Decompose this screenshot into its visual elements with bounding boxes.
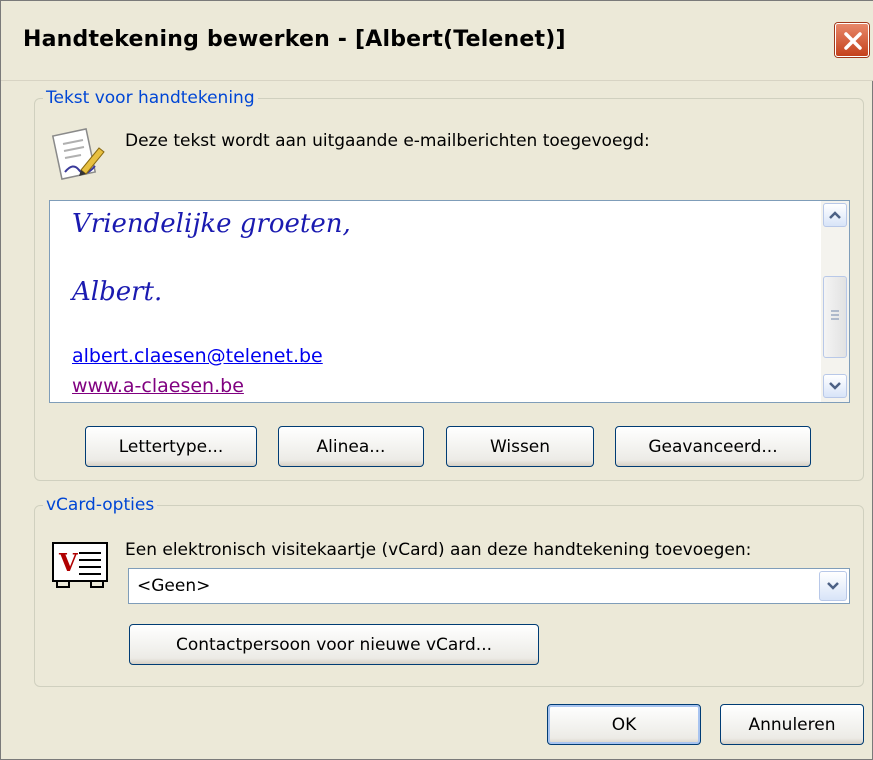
chevron-down-icon <box>829 382 841 390</box>
svg-text:V: V <box>58 548 78 577</box>
new-contact-vcard-button[interactable]: Contactpersoon voor nieuwe vCard... <box>129 624 539 665</box>
vcard-select-value: <Geen> <box>137 576 211 596</box>
signature-name: Albert. <box>72 277 163 307</box>
title-bar[interactable]: Handtekening bewerken - [Albert(Telenet)… <box>1 1 873 81</box>
signature-greeting: Vriendelijke groeten, <box>72 209 351 239</box>
signature-editor[interactable]: Vriendelijke groeten, Albert. albert.cla… <box>49 200 850 403</box>
signature-email-link[interactable]: albert.claesen@telenet.be <box>72 345 323 367</box>
signature-website-link[interactable]: www.a-claesen.be <box>72 375 244 397</box>
ok-button[interactable]: OK <box>547 704 701 745</box>
chevron-down-icon <box>827 582 839 590</box>
signature-scrollbar[interactable] <box>821 201 849 402</box>
font-button[interactable]: Lettertype... <box>85 426 257 467</box>
vcard-description: Een elektronisch visitekaartje (vCard) a… <box>125 540 752 560</box>
scroll-up-button[interactable] <box>823 203 847 227</box>
scroll-down-button[interactable] <box>823 374 847 398</box>
signature-edit-icon <box>51 128 105 180</box>
vcard-icon: V <box>52 542 108 588</box>
chevron-up-icon <box>829 211 841 219</box>
vcard-dropdown-button[interactable] <box>819 571 847 601</box>
vcard-select[interactable]: <Geen> <box>128 568 850 604</box>
window-title: Handtekening bewerken - [Albert(Telenet)… <box>23 27 566 52</box>
scroll-thumb[interactable] <box>823 276 847 358</box>
signature-description: Deze tekst wordt aan uitgaande e-mailber… <box>125 131 650 151</box>
signature-group-legend: Tekst voor handtekening <box>43 88 258 108</box>
paragraph-button[interactable]: Alinea... <box>278 426 424 467</box>
clear-button[interactable]: Wissen <box>446 426 594 467</box>
advanced-button[interactable]: Geavanceerd... <box>615 426 811 467</box>
close-button[interactable] <box>835 23 869 57</box>
close-icon <box>844 32 862 50</box>
vcard-group-legend: vCard-opties <box>43 495 158 515</box>
signature-dialog: Handtekening bewerken - [Albert(Telenet)… <box>0 0 873 760</box>
grip-icon <box>831 310 839 320</box>
cancel-button[interactable]: Annuleren <box>720 704 864 745</box>
